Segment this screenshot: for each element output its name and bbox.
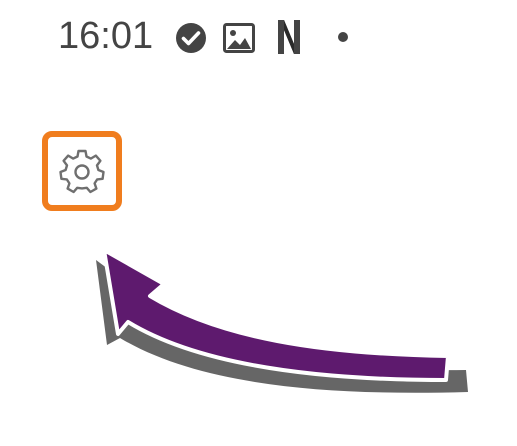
gear-icon (59, 149, 105, 194)
status-time: 16:01 (58, 15, 154, 57)
settings-button[interactable] (42, 131, 122, 211)
n-notification-icon (278, 20, 300, 54)
check-circle-icon (176, 23, 206, 53)
arrow-shadow (96, 260, 468, 393)
arrow-main (102, 248, 450, 382)
image-icon (223, 23, 255, 53)
dot-icon (338, 32, 348, 42)
status-bar: 16:01 (0, 0, 517, 80)
